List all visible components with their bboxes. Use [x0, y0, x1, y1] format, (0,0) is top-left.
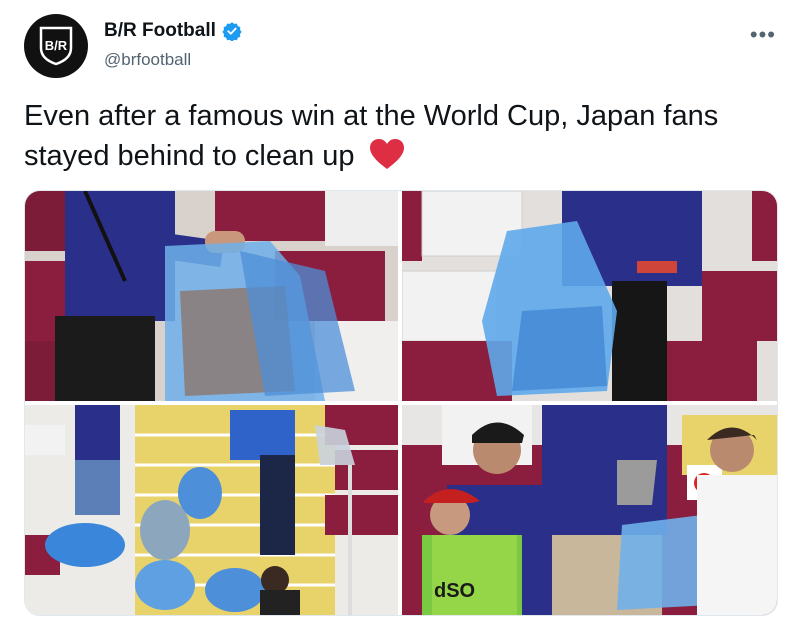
handle[interactable]: @brfootball	[104, 50, 242, 70]
logo-text: B/R	[45, 38, 68, 53]
br-logo-icon: B/R	[39, 26, 73, 66]
red-heart-icon	[369, 139, 404, 170]
tweet-header: B/R B/R Football @brfootball •••	[24, 14, 776, 78]
photo-3-image	[25, 405, 398, 615]
tweet-text: Even after a famous win at the World Cup…	[24, 96, 776, 176]
more-options-icon[interactable]: •••	[750, 22, 776, 48]
photo-1-image	[25, 191, 398, 401]
display-name-row[interactable]: B/R Football	[104, 20, 242, 42]
avatar[interactable]: B/R	[24, 14, 88, 78]
photo-4-image: dSO	[402, 405, 777, 615]
media-grid: dSO	[24, 190, 778, 616]
photo-2[interactable]	[402, 191, 777, 401]
verified-badge-icon	[222, 22, 242, 41]
photo-1[interactable]	[25, 191, 398, 401]
photo-2-image	[402, 191, 777, 401]
photo-3[interactable]	[25, 405, 398, 615]
photo-4[interactable]: dSO	[402, 405, 777, 615]
vest-text: dSO	[434, 580, 475, 602]
display-name[interactable]: B/R Football	[104, 20, 216, 42]
account-names: B/R Football @brfootball	[104, 20, 242, 70]
